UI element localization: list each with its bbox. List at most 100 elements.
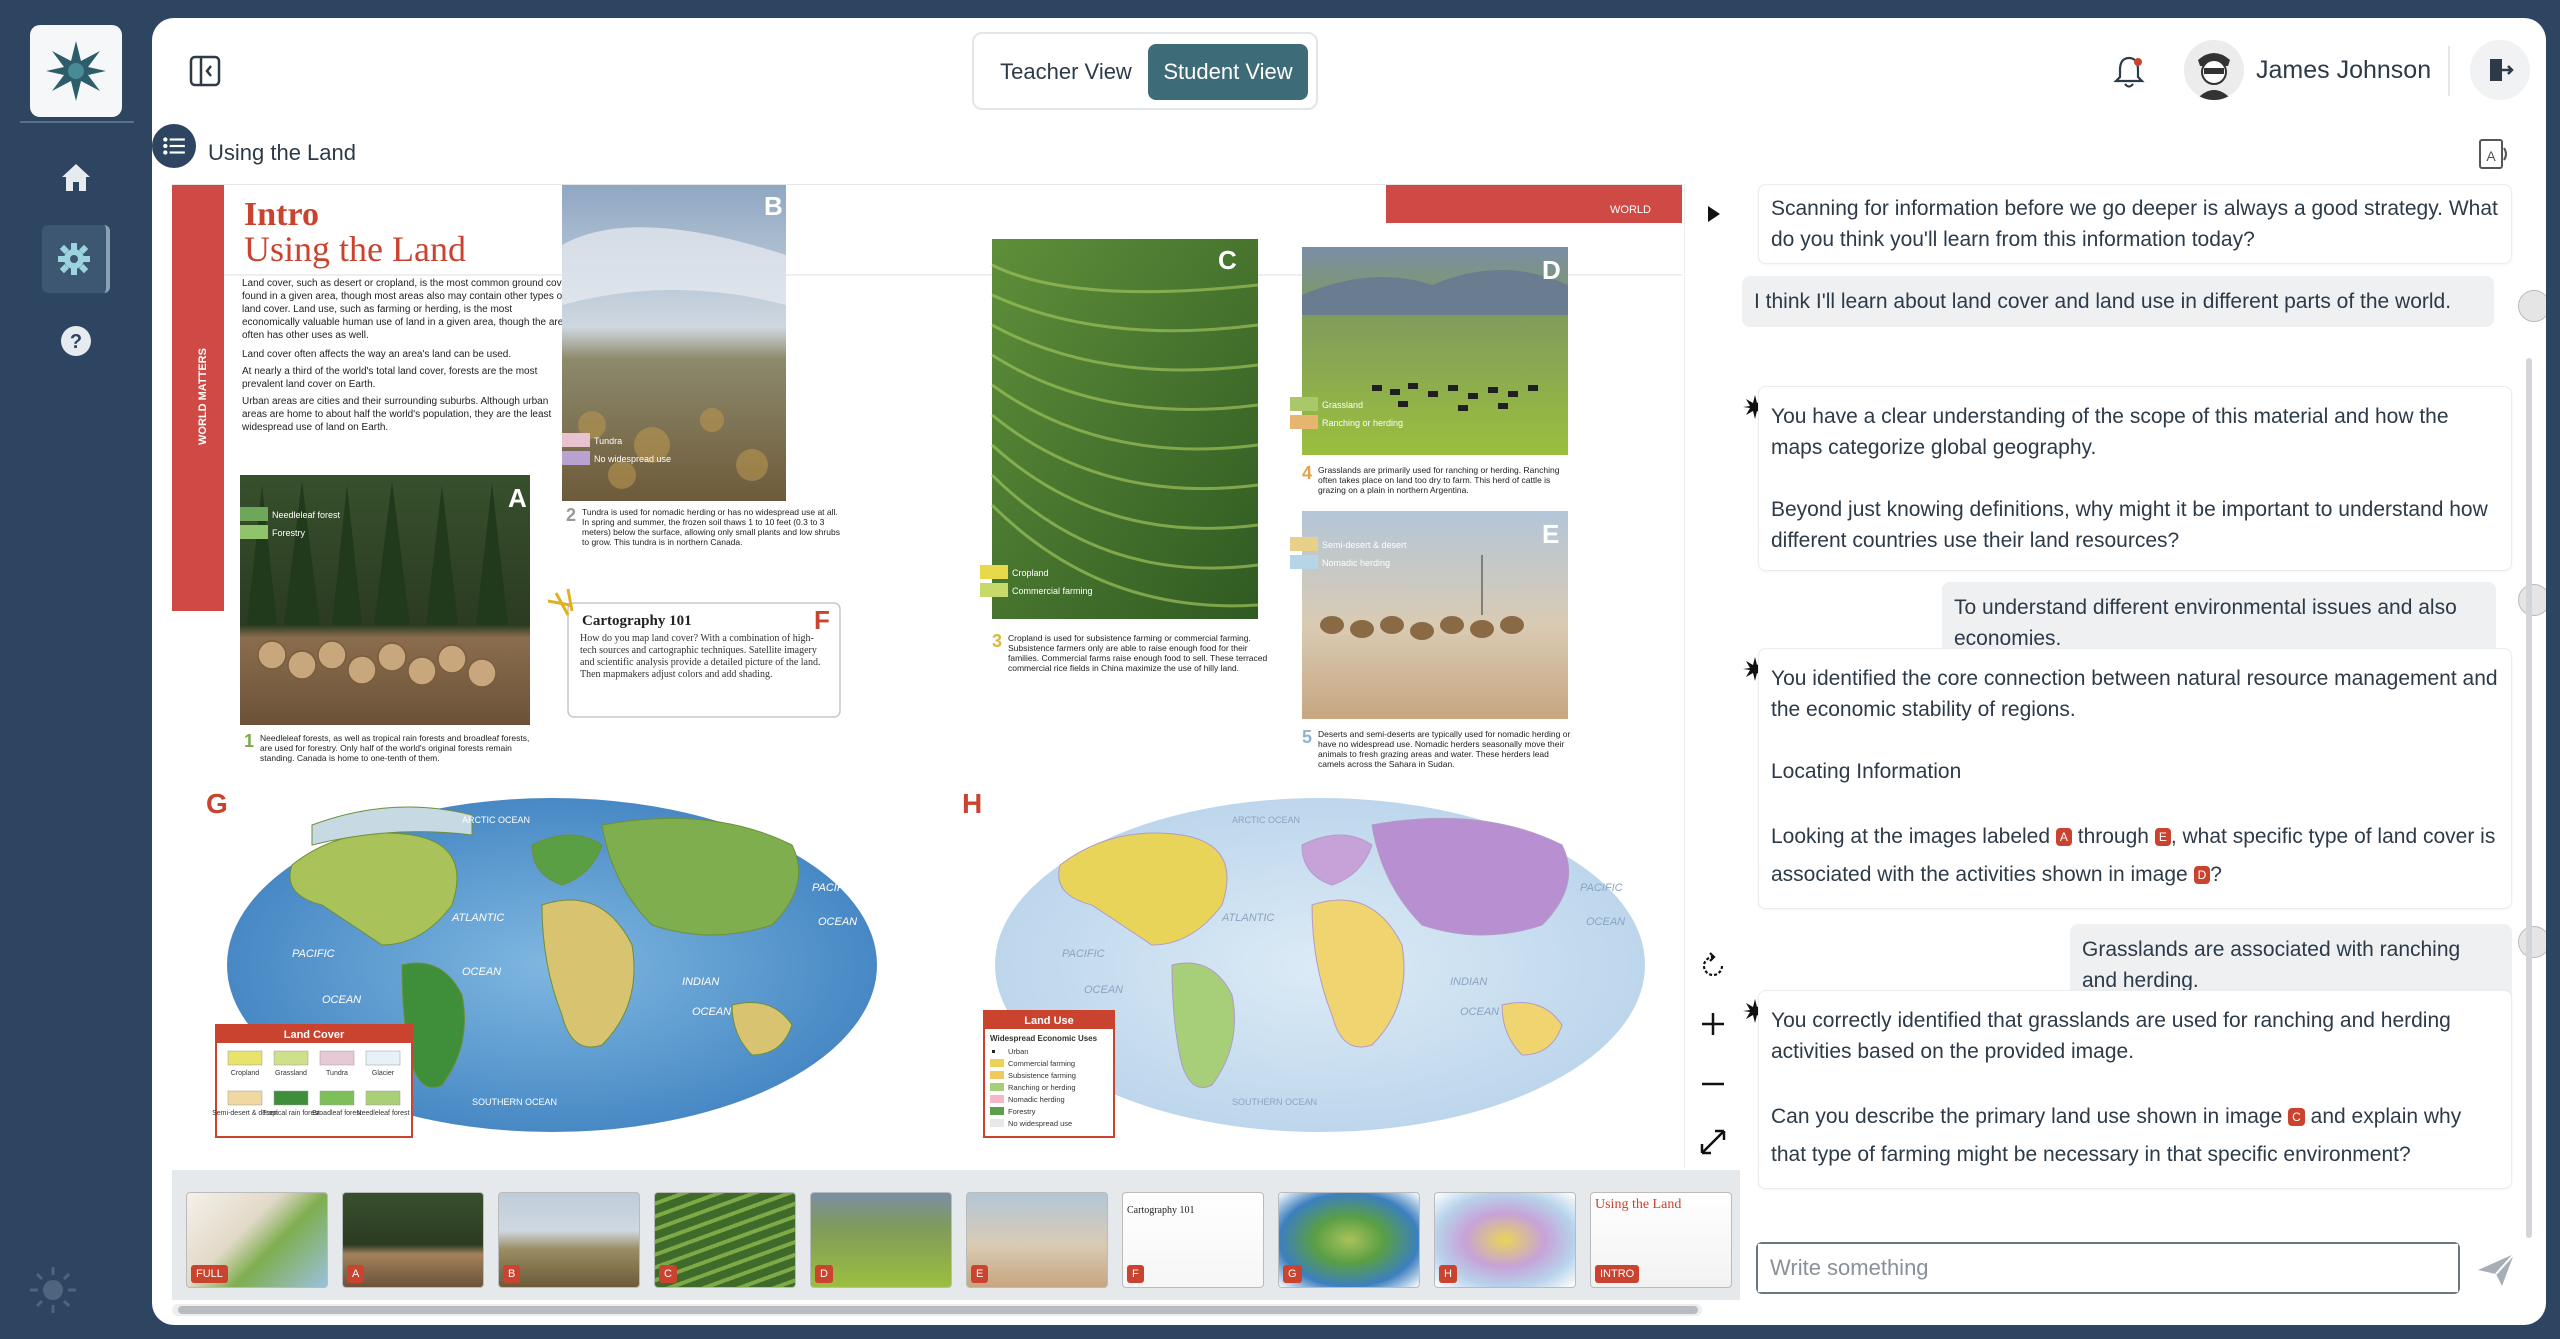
thumbnail-scrollbar[interactable]: [172, 1304, 1702, 1316]
logout-button[interactable]: [2470, 40, 2530, 100]
photo-e[interactable]: E Semi-desert & desert Nomadic herding: [1290, 511, 1568, 719]
thumbnail-full[interactable]: FULL: [186, 1192, 328, 1288]
message-text: Grasslands are associated with ranching …: [2082, 938, 2461, 992]
photo-letter-a: A: [508, 483, 527, 513]
legend-swatch: [227, 1090, 263, 1106]
contents-menu-button[interactable]: [152, 124, 196, 168]
map-label: INDIAN: [1450, 976, 1487, 988]
thumbnail-label: G: [1283, 1265, 1302, 1283]
legend-label: Nomadic herding: [1322, 558, 1390, 568]
legend-label: Semi-desert & desert: [1322, 540, 1407, 550]
map-label: PACIFIC: [812, 882, 855, 894]
cartography-box[interactable]: Cartography 101 F How do you map land co…: [547, 588, 841, 718]
send-icon[interactable]: [2474, 1248, 2518, 1290]
document-viewer: WORLD MATTERS Intro Using the Land Land …: [172, 184, 1682, 1168]
breadcrumb: Using the Land: [208, 140, 356, 165]
map-g[interactable]: G ARCTIC OCEAN ATLANTIC PACIFIC OCEAN PA…: [206, 788, 879, 1138]
main-panel: Teacher View Student View James Johnson …: [152, 18, 2546, 1325]
image-badge[interactable]: E: [2154, 828, 2171, 847]
map-label: PACIFIC: [1062, 948, 1105, 960]
notification-bell-icon[interactable]: [2112, 54, 2146, 90]
scrollbar-thumb[interactable]: [178, 1306, 1698, 1314]
sidebar-toggle-icon[interactable]: [188, 54, 222, 88]
photo-caption: Grasslands are primarily used for ranchi…: [1318, 465, 1560, 495]
nav-settings[interactable]: [42, 225, 110, 293]
legend-swatch: [990, 1083, 1004, 1091]
message-text: Can you describe the primary land use sh…: [1771, 1105, 2462, 1166]
fullscreen-button[interactable]: [1693, 1122, 1733, 1162]
image-badge[interactable]: C: [2288, 1108, 2305, 1127]
photo-number: 1: [244, 731, 254, 751]
legend-label: Commercial farming: [1012, 586, 1093, 596]
star-logo-icon: [46, 41, 106, 101]
avatar[interactable]: [2184, 40, 2244, 100]
zoom-in-button[interactable]: [1693, 1004, 1733, 1044]
legend-label: Cropland: [1012, 568, 1049, 578]
map-label: OCEAN: [1460, 1006, 1499, 1018]
thumbnail-label: E: [971, 1265, 989, 1283]
intro-bullet: Urban areas are cities and their surroun…: [242, 396, 552, 433]
reset-view-button[interactable]: [1693, 946, 1733, 986]
thumbnail-intro[interactable]: Using the Land INTRO: [1590, 1192, 1732, 1288]
minus-icon: [1702, 1082, 1724, 1086]
teacher-view-button[interactable]: Teacher View: [986, 44, 1146, 100]
thumbnail-label: H: [1439, 1265, 1457, 1283]
legend-label: Needleleaf forest: [357, 1110, 410, 1117]
chat-scrollbar[interactable]: [2526, 358, 2532, 1238]
message-text: To understand different environmental is…: [1954, 596, 2457, 650]
thumbnail-label: A: [347, 1265, 365, 1283]
thumbnail-a[interactable]: A: [342, 1192, 484, 1288]
photo-caption: Cropland is used for subsistence farming…: [1008, 633, 1268, 673]
immersive-reader-icon[interactable]: A: [2476, 136, 2512, 172]
map-h-legend-title: Land Use: [1024, 1015, 1074, 1027]
photo-a[interactable]: A Needleleaf forest Forestry: [240, 475, 530, 725]
map-h[interactable]: H ARCTIC OCEAN ATLANTIC PACIFIC OCEAN PA…: [962, 788, 1647, 1138]
message-text: You have a clear understanding of the sc…: [1771, 405, 2449, 459]
logout-icon: [2490, 59, 2514, 81]
map-label: OCEAN: [692, 1006, 731, 1018]
nav-home[interactable]: [42, 143, 110, 211]
chat-input-box[interactable]: [1756, 1242, 2460, 1294]
user-avatar-icon: [2518, 584, 2546, 616]
thumbnail-label: B: [503, 1265, 521, 1283]
zoom-out-button[interactable]: [1693, 1064, 1733, 1104]
image-badge[interactable]: A: [2055, 828, 2072, 847]
photo-c[interactable]: C Cropland Commercial farming: [980, 239, 1259, 619]
thumbnail-label: F: [1127, 1265, 1144, 1283]
photo-d[interactable]: D Grassland Ranching or herding: [1290, 247, 1568, 455]
thumbnail-d[interactable]: D: [810, 1192, 952, 1288]
photo-letter-d: D: [1542, 255, 1561, 285]
app-logo[interactable]: [30, 25, 122, 117]
map-g-legend-title: Land Cover: [284, 1029, 345, 1041]
thumbnail-label: C: [659, 1265, 677, 1283]
student-view-button[interactable]: Student View: [1148, 44, 1308, 100]
photo-number: 3: [992, 631, 1002, 651]
legend-swatch: [990, 1059, 1004, 1067]
thumbnail-g[interactable]: G: [1278, 1192, 1420, 1288]
thumbnail-b[interactable]: B: [498, 1192, 640, 1288]
thumbnail-f[interactable]: Cartography 101 F: [1122, 1192, 1264, 1288]
thumbnail-e[interactable]: E: [966, 1192, 1108, 1288]
legend-swatch: [992, 1050, 995, 1053]
photo-letter-c: C: [1218, 245, 1237, 275]
thumbnail-h[interactable]: H: [1434, 1192, 1576, 1288]
map-label: ARCTIC OCEAN: [462, 815, 530, 825]
chat-input[interactable]: [1758, 1244, 2458, 1292]
expand-icon: [1700, 1129, 1726, 1155]
image-badge[interactable]: D: [2193, 866, 2211, 885]
photo-b[interactable]: B Tundra No widespread use: [562, 185, 786, 501]
chat-panel: Scanning for information before we go de…: [1742, 184, 2546, 1254]
next-page-button[interactable]: [1693, 194, 1733, 234]
thumbnail-label: INTRO: [1595, 1265, 1640, 1283]
message-text: Scanning for information before we go de…: [1771, 197, 2498, 251]
thumbnail-c[interactable]: C: [654, 1192, 796, 1288]
photo-caption: Deserts and semi-deserts are typically u…: [1318, 729, 1571, 769]
nav-help[interactable]: ?: [42, 307, 110, 375]
user-avatar-icon: [2518, 290, 2546, 322]
legend-swatch: [319, 1050, 355, 1066]
thumbnail-strip: FULL A B C D E Cartography 101 F G H Using the Lan…: [172, 1170, 1740, 1300]
map-label: ATLANTIC: [451, 912, 504, 924]
intro-bullet: Land cover often affects the way an area…: [242, 349, 512, 360]
user-name[interactable]: James Johnson: [2256, 56, 2431, 85]
legend-label: Ranching or herding: [1322, 418, 1403, 428]
